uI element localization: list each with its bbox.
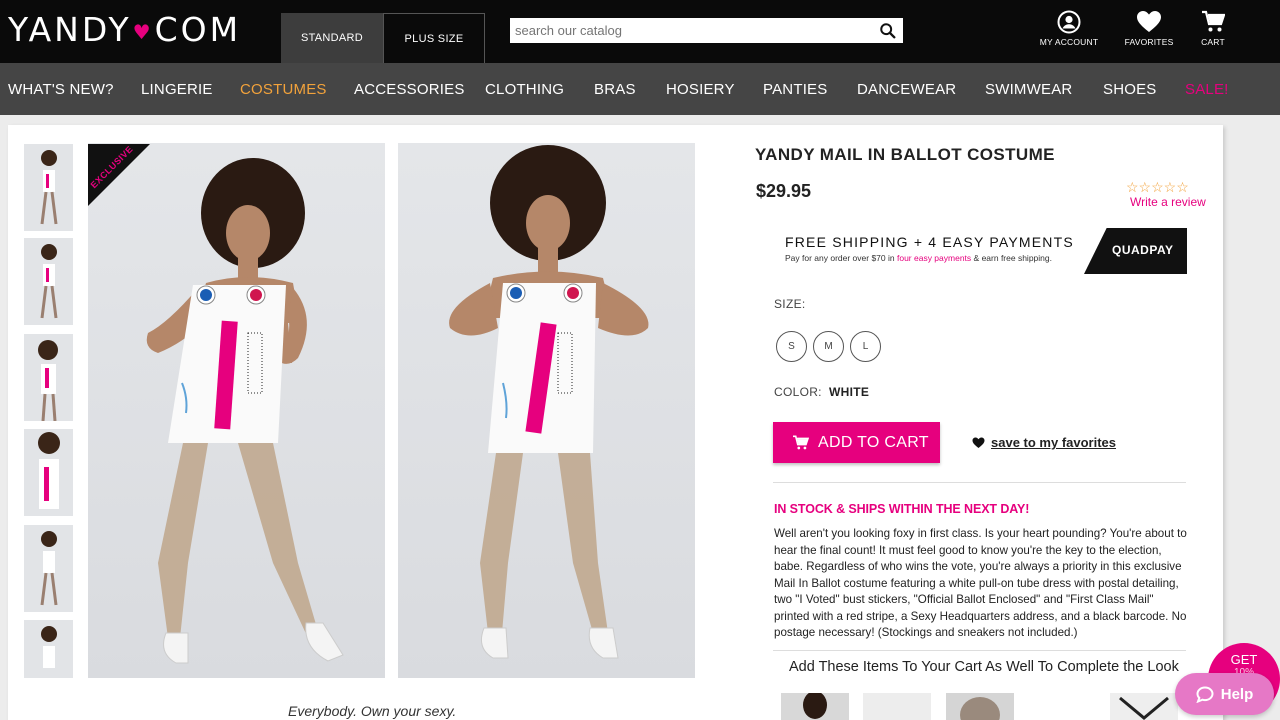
product-photo-side[interactable] xyxy=(398,143,695,678)
color-value: WHITE xyxy=(829,385,870,399)
tab-standard[interactable]: STANDARD xyxy=(281,13,383,63)
user-icon xyxy=(1057,10,1081,34)
four-easy-payments-link[interactable]: four easy payments xyxy=(897,253,971,263)
save-to-favorites-link[interactable]: save to my favorites xyxy=(972,435,1116,450)
get-offer-label: GET xyxy=(1230,652,1258,667)
cart-icon xyxy=(793,435,809,450)
write-review-link[interactable]: Write a review xyxy=(1130,195,1206,209)
shipping-subtext: Pay for any order over $70 in four easy … xyxy=(785,253,1074,263)
my-account-button[interactable]: MY ACCOUNT xyxy=(1034,10,1104,47)
cart-label: CART xyxy=(1201,37,1225,47)
tagline: Everybody. Own your sexy. xyxy=(288,703,457,719)
size-option-s[interactable]: S xyxy=(776,331,807,362)
add-to-cart-button[interactable]: ADD TO CART xyxy=(773,422,940,463)
related-item-3[interactable] xyxy=(946,693,1014,720)
help-label: Help xyxy=(1220,685,1254,703)
shipping-headline: FREE SHIPPING + 4 EASY PAYMENTS xyxy=(785,234,1074,250)
thumbnail-3[interactable] xyxy=(24,334,73,421)
related-item-1[interactable] xyxy=(781,693,849,720)
product-price: $29.95 xyxy=(756,181,812,201)
favorites-button[interactable]: FAVORITES xyxy=(1114,10,1184,47)
chat-bubble-icon xyxy=(1196,685,1214,703)
rating-stars[interactable]: ☆☆☆☆☆ xyxy=(1126,179,1189,196)
nav-shoes[interactable]: SHOES xyxy=(1103,81,1157,98)
nav-costumes[interactable]: COSTUMES xyxy=(240,81,327,98)
quadpay-label: QUADPAY xyxy=(1112,243,1174,257)
thumbnail-4[interactable] xyxy=(24,429,73,516)
size-option-l[interactable]: L xyxy=(850,331,881,362)
product-description: Well aren't you looking foxy in first cl… xyxy=(774,527,1187,639)
search-input[interactable] xyxy=(510,18,870,43)
shipping-sub-part2: & earn free shipping. xyxy=(971,253,1052,263)
complete-the-look-heading: Add These Items To Your Cart As Well To … xyxy=(789,659,1179,675)
color-label: COLOR: xyxy=(774,385,822,399)
nav-clothing[interactable]: CLOTHING xyxy=(485,81,564,98)
size-option-m[interactable]: M xyxy=(813,331,844,362)
thumbnail-2[interactable] xyxy=(24,238,73,325)
top-header: YANDY♥COM STANDARD PLUS SIZE MY ACCOUNT … xyxy=(0,0,1280,63)
heart-icon xyxy=(1137,11,1161,32)
product-title: YANDY MAIL IN BALLOT COSTUME xyxy=(755,145,1055,164)
help-chat-button[interactable]: Help xyxy=(1175,673,1274,715)
nav-whats-new[interactable]: WHAT'S NEW? xyxy=(8,81,114,98)
heart-icon xyxy=(972,437,985,448)
nav-hosiery[interactable]: HOSIERY xyxy=(666,81,735,98)
shipping-sub-part1: Pay for any order over $70 in xyxy=(785,253,897,263)
favorites-label: FAVORITES xyxy=(1124,37,1174,47)
save-to-favorites-label: save to my favorites xyxy=(991,435,1117,450)
product-photo-front[interactable] xyxy=(88,143,385,678)
yandy-logo[interactable]: YANDY♥COM xyxy=(8,10,241,49)
shipping-promo: FREE SHIPPING + 4 EASY PAYMENTS Pay for … xyxy=(785,234,1074,263)
nav-dancewear[interactable]: DANCEWEAR xyxy=(857,81,956,98)
nav-sale[interactable]: SALE! xyxy=(1185,81,1229,98)
nav-bras[interactable]: BRAS xyxy=(594,81,636,98)
exclusive-badge: EXCLUSIVE xyxy=(88,144,150,206)
size-tabs: STANDARD PLUS SIZE xyxy=(281,13,485,63)
category-nav: WHAT'S NEW? LINGERIE COSTUMES ACCESSORIE… xyxy=(0,63,1280,115)
nav-lingerie[interactable]: LINGERIE xyxy=(141,81,213,98)
search-bar xyxy=(510,18,903,43)
logo-text-left: YANDY xyxy=(8,10,132,49)
quadpay-logo[interactable]: QUADPAY xyxy=(1084,228,1187,274)
tab-plus-size[interactable]: PLUS SIZE xyxy=(383,13,485,63)
thumbnail-6[interactable] xyxy=(24,620,73,678)
size-label: SIZE: xyxy=(774,297,806,311)
cart-icon xyxy=(1202,10,1225,32)
logo-text-right: COM xyxy=(154,10,242,49)
related-item-4[interactable] xyxy=(1110,693,1178,720)
search-icon[interactable] xyxy=(879,22,897,40)
nav-panties[interactable]: PANTIES xyxy=(763,81,827,98)
cart-button[interactable]: CART xyxy=(1178,10,1248,47)
add-to-cart-label: ADD TO CART xyxy=(818,433,929,451)
related-item-2[interactable] xyxy=(863,693,931,720)
divider xyxy=(773,482,1186,483)
my-account-label: MY ACCOUNT xyxy=(1039,37,1099,47)
thumbnail-1[interactable] xyxy=(24,144,73,231)
divider xyxy=(773,650,1186,651)
nav-accessories[interactable]: ACCESSORIES xyxy=(354,81,465,98)
nav-swimwear[interactable]: SWIMWEAR xyxy=(985,81,1072,98)
heart-icon: ♥ xyxy=(132,20,154,44)
stock-status: IN STOCK & SHIPS WITHIN THE NEXT DAY! xyxy=(774,502,1030,516)
thumbnail-5[interactable] xyxy=(24,525,73,612)
